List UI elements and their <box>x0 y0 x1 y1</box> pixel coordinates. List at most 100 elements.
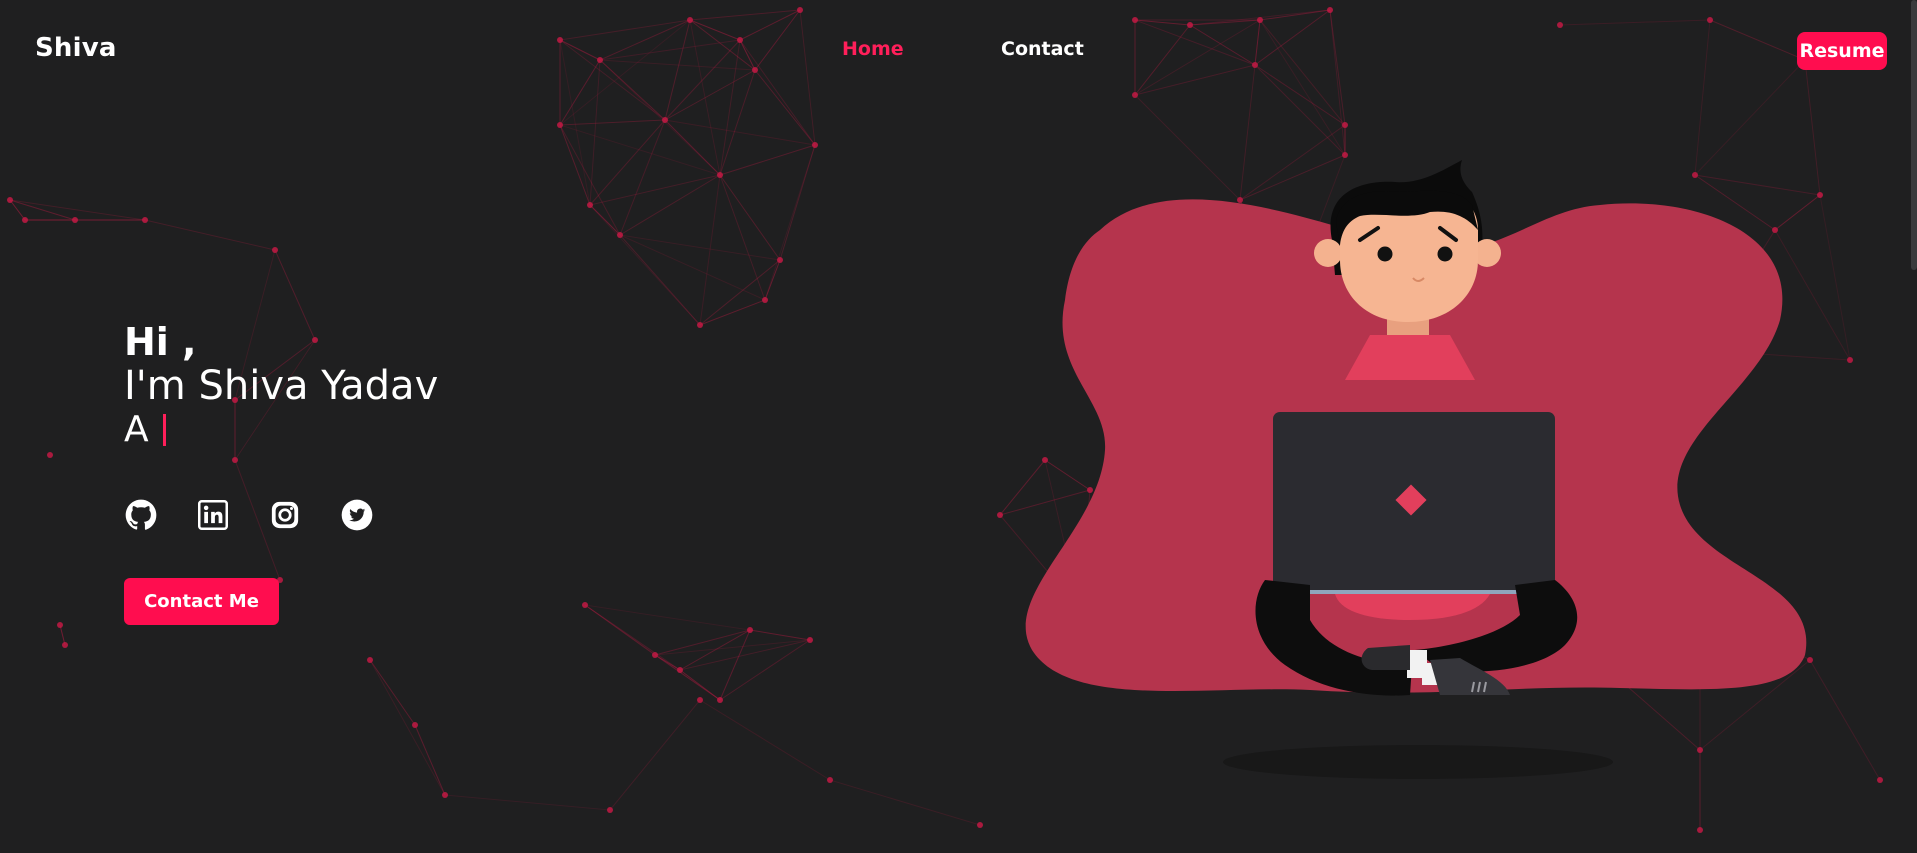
network-node <box>7 197 13 203</box>
network-node <box>72 217 78 223</box>
github-icon <box>125 499 157 530</box>
page-scrollbar[interactable] <box>1911 0 1917 853</box>
network-node <box>57 622 63 628</box>
brand-logo[interactable]: Shiva <box>35 33 117 63</box>
network-link <box>619 234 766 301</box>
hero-intro: Hi , I'm Shiva Yadav A <box>124 320 438 452</box>
network-link <box>559 124 591 206</box>
network-link <box>719 174 781 261</box>
network-node <box>232 457 238 463</box>
network-link <box>609 699 701 811</box>
network-link <box>59 624 66 646</box>
network-node <box>607 807 613 813</box>
hero-greeting: Hi , <box>124 320 197 364</box>
network-link <box>589 174 721 206</box>
network-node <box>1877 777 1883 783</box>
laptop-base <box>1273 590 1555 594</box>
hero-name: I'm Shiva Yadav <box>124 363 439 409</box>
network-node <box>1847 357 1853 363</box>
left-eye <box>1377 246 1393 262</box>
network-node <box>1697 827 1703 833</box>
network-link <box>719 144 816 176</box>
network-link <box>559 124 621 236</box>
network-node <box>807 637 813 643</box>
network-node <box>827 777 833 783</box>
network-node <box>677 667 683 673</box>
network-link <box>679 629 751 671</box>
network-node <box>587 202 593 208</box>
twitter-icon <box>341 499 373 531</box>
network-link <box>144 219 276 251</box>
network-link <box>589 119 666 206</box>
network-node <box>557 122 563 128</box>
scrollbar-thumb[interactable] <box>1911 0 1917 270</box>
network-node <box>62 642 68 648</box>
network-node <box>142 217 148 223</box>
network-node <box>272 247 278 253</box>
typed-text: A <box>124 409 149 450</box>
network-link <box>584 604 751 631</box>
navbar: Shiva Home Contact Resume <box>0 0 1917 100</box>
network-node <box>777 257 783 263</box>
floor-shadow <box>1223 745 1613 779</box>
network-link <box>654 629 751 656</box>
network-link <box>764 144 816 301</box>
network-node <box>697 697 703 703</box>
network-node <box>22 217 28 223</box>
nav-link-home[interactable]: Home <box>842 38 904 60</box>
github-link[interactable] <box>124 498 158 532</box>
resume-button[interactable]: Resume <box>1797 32 1887 70</box>
network-link <box>559 119 666 126</box>
network-link <box>589 204 701 326</box>
network-link <box>9 199 26 221</box>
right-eye <box>1437 246 1453 262</box>
network-node <box>812 142 818 148</box>
network-link <box>414 724 446 796</box>
network-node <box>652 652 658 658</box>
network-link <box>664 119 816 146</box>
network-link <box>559 124 721 176</box>
network-link <box>829 779 981 826</box>
linkedin-icon <box>198 500 228 530</box>
network-node <box>697 322 703 328</box>
network-link <box>719 639 811 701</box>
network-link <box>9 199 76 221</box>
hero-typed-line: A <box>124 408 438 452</box>
network-link <box>654 639 811 656</box>
network-link <box>679 639 811 671</box>
network-link <box>369 659 446 796</box>
network-link <box>619 234 781 261</box>
nav-link-contact[interactable]: Contact <box>1001 38 1084 60</box>
network-link <box>619 174 721 236</box>
twitter-link[interactable] <box>340 498 374 532</box>
network-node <box>582 602 588 608</box>
network-node <box>717 172 723 178</box>
network-node <box>997 512 1003 518</box>
network-link <box>699 699 831 781</box>
network-node <box>717 697 723 703</box>
network-node <box>1342 122 1348 128</box>
instagram-icon <box>271 501 299 529</box>
contact-me-button[interactable]: Contact Me <box>124 578 279 625</box>
network-link <box>719 174 766 301</box>
network-node <box>662 117 668 123</box>
network-link <box>619 119 666 236</box>
network-link <box>699 299 766 326</box>
developer-illustration <box>1025 160 1807 779</box>
typing-caret <box>162 414 166 446</box>
network-link <box>444 794 611 811</box>
instagram-link[interactable] <box>268 498 302 532</box>
left-ear <box>1314 239 1342 267</box>
network-node <box>762 297 768 303</box>
network-node <box>442 792 448 798</box>
network-link <box>749 629 811 641</box>
left-shoe <box>1361 645 1410 670</box>
linkedin-link[interactable] <box>196 498 230 532</box>
network-node <box>617 232 623 238</box>
network-link <box>679 669 721 701</box>
network-link <box>369 659 416 726</box>
network-node <box>47 452 53 458</box>
network-node <box>977 822 983 828</box>
network-node <box>747 627 753 633</box>
network-link <box>9 199 146 221</box>
